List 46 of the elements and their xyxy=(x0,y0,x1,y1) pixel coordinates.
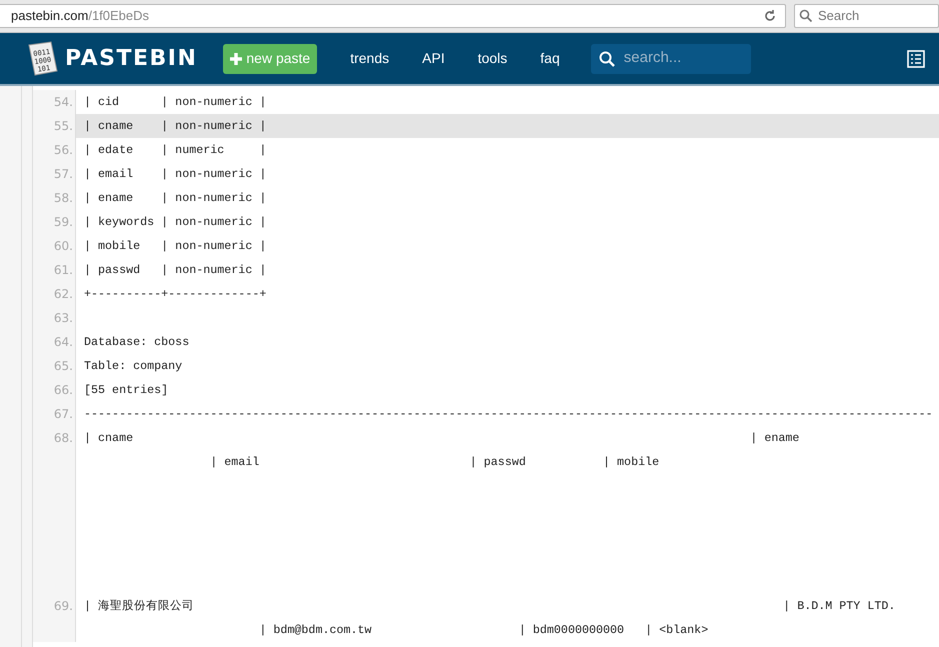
code-line: | edate | numeric | xyxy=(84,142,266,159)
code-line: | mobile | non-numeric | xyxy=(84,238,266,255)
line-number: 57. xyxy=(54,166,73,183)
site-search-field[interactable]: search... xyxy=(590,44,751,74)
nav-link[interactable]: API xyxy=(422,48,445,69)
code-line: | keywords | non-numeric | xyxy=(84,214,266,231)
nav-link[interactable]: tools xyxy=(478,48,508,69)
code-line: | 海聖股份有限公司 | B.D.M PTY LTD. xyxy=(84,598,896,615)
line-number: 67. xyxy=(54,406,73,423)
code-line: | cid | non-numeric | xyxy=(84,94,266,111)
code-line: [55 entries] xyxy=(84,382,168,399)
code-line: ------------------------------------------------------------------------------------------------------------------------- xyxy=(84,406,933,423)
nav-link[interactable]: faq xyxy=(540,48,560,69)
line-number: 61. xyxy=(54,262,73,279)
line-number: 56. xyxy=(54,142,73,159)
plus-icon xyxy=(230,52,242,64)
line-number: 68. xyxy=(54,430,73,447)
line-number: 58. xyxy=(54,190,73,207)
search-icon xyxy=(799,9,813,23)
line-number: 66. xyxy=(54,382,73,399)
code-line: | ename | non-numeric | xyxy=(84,190,266,207)
code-line: | cname | non-numeric | xyxy=(84,118,266,135)
logo-text[interactable]: PASTEBIN xyxy=(65,42,198,75)
line-number: 55. xyxy=(54,118,73,135)
line-number: 63. xyxy=(54,310,73,327)
address-field[interactable]: pastebin.com/1f0EbeDs xyxy=(0,4,786,28)
nav-link[interactable]: trends xyxy=(350,48,390,69)
browser-search-field[interactable]: Search xyxy=(794,4,939,28)
code-line: | cname | ename xyxy=(84,430,800,447)
line-number: 59. xyxy=(54,214,73,231)
list-icon[interactable] xyxy=(907,50,925,68)
code-line: | passwd | non-numeric | xyxy=(84,262,266,279)
line-number: 62. xyxy=(54,286,73,303)
code-line: Table: company xyxy=(84,358,182,375)
code-line: | email | non-numeric | xyxy=(84,166,266,183)
line-number: 64. xyxy=(54,334,73,351)
line-number: 65. xyxy=(54,358,73,375)
code-line: | email | passwd | mobile xyxy=(209,454,660,471)
code-line: | bdm@bdm.com.tw | bdm0000000000 | <blank> xyxy=(258,622,708,639)
code-line: +----------+-------------+ xyxy=(84,286,266,303)
code-line: Database: cboss xyxy=(84,334,190,351)
line-number: 69. xyxy=(54,598,73,615)
line-number: 60. xyxy=(54,238,73,255)
reload-icon[interactable] xyxy=(763,9,777,23)
line-number: 54. xyxy=(54,94,73,111)
search-icon xyxy=(598,50,615,66)
